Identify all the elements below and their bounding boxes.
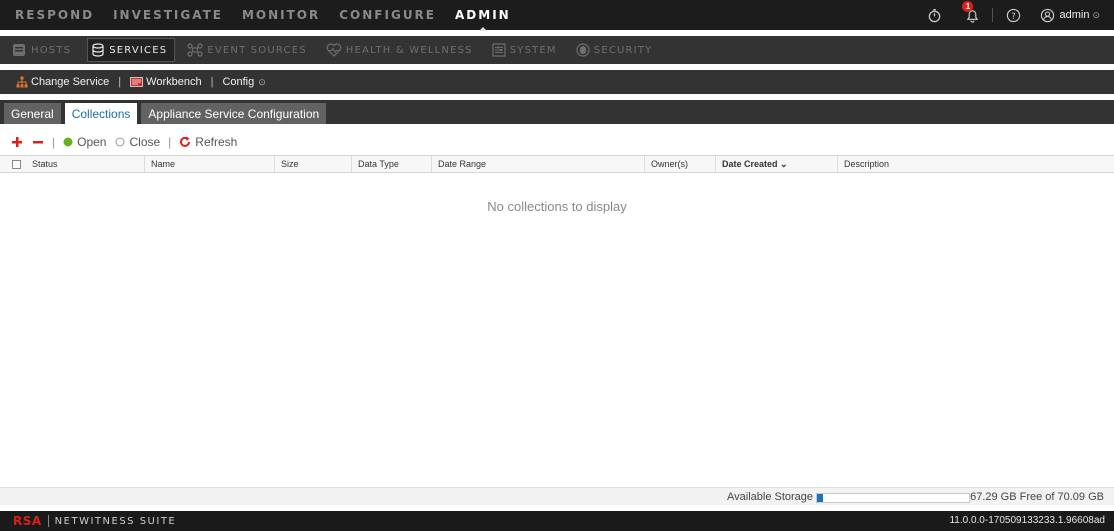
change-service-button[interactable]: Change Service	[16, 76, 109, 88]
security-icon	[576, 43, 590, 57]
column-description[interactable]: Description	[837, 156, 1114, 173]
hosts-icon	[13, 44, 25, 56]
subnav-hosts-label: HOSTS	[31, 44, 72, 56]
separator: |	[118, 76, 122, 88]
health-icon	[326, 43, 342, 57]
storage-usage-fill	[817, 494, 824, 502]
user-icon	[1039, 7, 1055, 23]
storage-bar: Available Storage 67.29 GB Free of 70.09…	[0, 487, 1114, 505]
nav-configure[interactable]: CONFIGURE	[339, 8, 436, 22]
column-date-created-label: Date Created	[722, 159, 778, 169]
help-icon[interactable]: ?	[1005, 7, 1021, 23]
close-status-icon	[115, 137, 125, 147]
logo-divider	[47, 515, 49, 527]
divider	[992, 8, 994, 22]
user-name: admin	[1059, 9, 1090, 21]
column-data-type[interactable]: Data Type	[351, 156, 431, 173]
storage-free-text: 67.29 GB Free of 70.09 GB	[970, 491, 1104, 503]
subnav-security[interactable]: SECURITY	[573, 38, 660, 62]
column-size[interactable]: Size	[274, 156, 351, 173]
subnav-system-label: SYSTEM	[509, 44, 557, 56]
refresh-label: Refresh	[195, 135, 238, 149]
open-label: Open	[77, 135, 107, 149]
storage-usage-bar	[816, 493, 970, 503]
column-date-created[interactable]: Date Created ⌄	[715, 156, 837, 173]
subnav-system[interactable]: SYSTEM	[489, 38, 564, 62]
services-icon	[92, 43, 104, 57]
user-menu[interactable]: admin ⊙	[1039, 7, 1100, 23]
subnav-services-label: SERVICES	[109, 44, 168, 56]
open-button[interactable]: Open	[63, 135, 106, 149]
minus-icon	[33, 141, 43, 144]
refresh-button[interactable]: Refresh	[179, 135, 237, 149]
close-label: Close	[129, 135, 161, 149]
refresh-icon	[180, 136, 191, 147]
svg-text:?: ?	[1011, 10, 1015, 20]
config-dropdown[interactable]: Config ⊙	[222, 76, 265, 88]
workbench-icon	[130, 77, 144, 87]
tab-collections[interactable]: Collections	[64, 103, 138, 124]
top-nav-right: 1 ? admin ⊙	[926, 0, 1100, 30]
column-status[interactable]: Status	[26, 156, 144, 173]
rsa-logo: RSA	[13, 514, 42, 528]
column-owners[interactable]: Owner(s)	[644, 156, 715, 173]
config-tabs: General Collections Appliance Service Co…	[0, 100, 1114, 124]
workbench-label: Workbench	[146, 76, 202, 88]
stopwatch-icon[interactable]	[926, 7, 942, 23]
chevron-down-icon: ⊙	[1092, 9, 1100, 20]
version-text: 11.0.0.0-170509133233.1.96608ad	[949, 515, 1105, 526]
column-name[interactable]: Name	[144, 156, 274, 173]
add-button[interactable]	[11, 136, 23, 148]
subnav-health-wellness[interactable]: HEALTH & WELLNESS	[323, 38, 480, 62]
available-storage-label: Available Storage	[727, 491, 814, 503]
chevron-down-icon: ⊙	[258, 76, 266, 87]
tab-general[interactable]: General	[4, 103, 61, 124]
service-toolbar: Change Service | Workbench | Config ⊙	[0, 70, 1114, 94]
separator: |	[168, 135, 172, 149]
subnav-health-wellness-label: HEALTH & WELLNESS	[345, 44, 473, 56]
footer: RSA NETWITNESS SUITE 11.0.0.0-1705091332…	[0, 511, 1114, 531]
sort-desc-icon: ⌄	[777, 159, 788, 169]
collections-table-header: Status Name Size Data Type Date Range Ow…	[0, 155, 1114, 173]
open-status-icon	[63, 137, 73, 147]
top-nav: RESPOND INVESTIGATE MONITOR CONFIGURE AD…	[0, 0, 1114, 31]
collections-toolbar: | Open Close | Refresh	[0, 131, 1114, 153]
column-date-range[interactable]: Date Range	[431, 156, 644, 173]
tab-appliance-service-configuration[interactable]: Appliance Service Configuration	[141, 103, 327, 124]
separator: |	[210, 76, 214, 88]
hierarchy-icon	[16, 76, 28, 88]
admin-subnav: HOSTS SERVICES EVENT SOURCES HEALTH & WE…	[0, 36, 1114, 64]
subnav-services[interactable]: SERVICES	[87, 38, 176, 62]
nav-monitor[interactable]: MONITOR	[242, 8, 320, 22]
subnav-event-sources-label: EVENT SOURCES	[207, 44, 307, 56]
subnav-event-sources[interactable]: EVENT SOURCES	[184, 38, 313, 62]
close-button[interactable]: Close	[115, 135, 160, 149]
subnav-hosts[interactable]: HOSTS	[8, 38, 78, 62]
notifications-icon[interactable]: 1	[962, 1, 980, 23]
remove-button[interactable]	[32, 136, 44, 148]
change-service-label: Change Service	[31, 76, 110, 88]
product-name: NETWITNESS SUITE	[54, 515, 177, 527]
empty-table-message: No collections to display	[487, 199, 627, 214]
workbench-button[interactable]: Workbench	[130, 76, 202, 88]
separator: |	[52, 135, 56, 149]
system-icon	[492, 43, 506, 57]
nav-admin[interactable]: ADMIN	[455, 8, 511, 31]
event-sources-icon	[187, 43, 203, 57]
plus-icon	[12, 137, 22, 147]
select-all-checkbox[interactable]	[12, 160, 21, 169]
config-label: Config	[222, 76, 255, 88]
nav-respond[interactable]: RESPOND	[15, 8, 94, 22]
subnav-security-label: SECURITY	[593, 44, 653, 56]
nav-investigate[interactable]: INVESTIGATE	[113, 8, 223, 22]
